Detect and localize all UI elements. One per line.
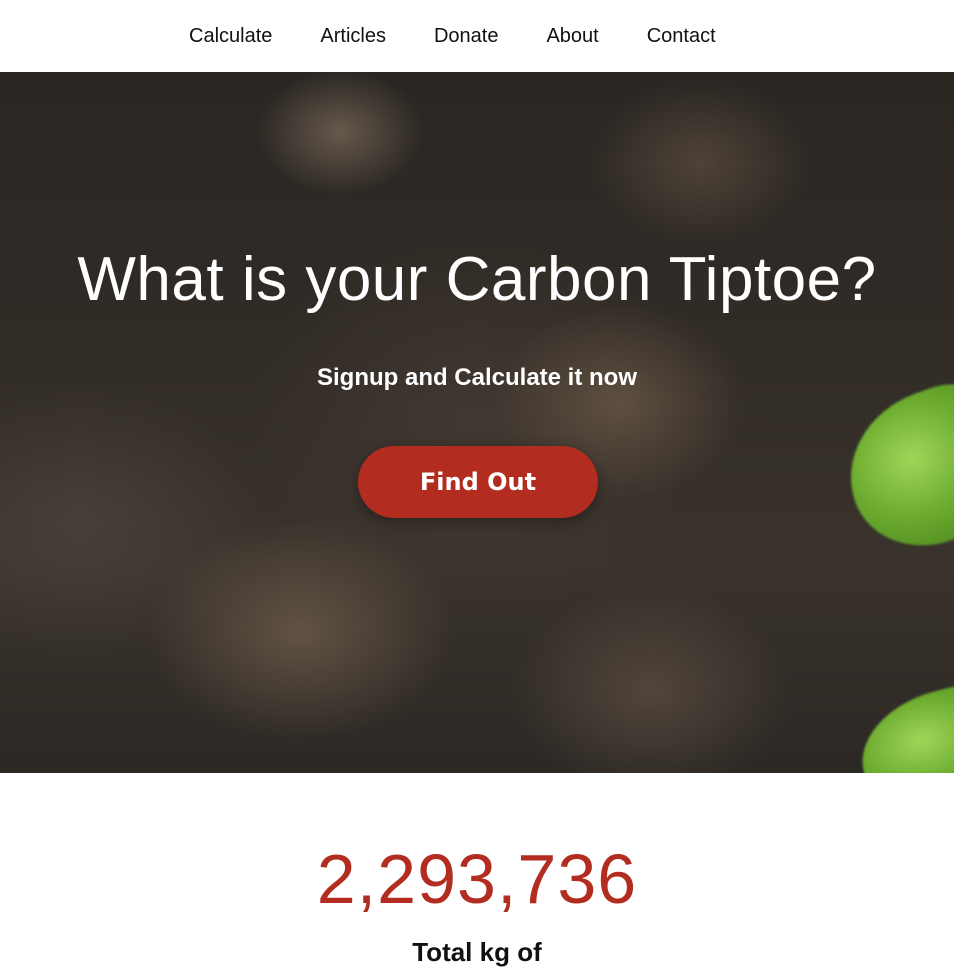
- stats-section: 2,293,736 Total kg of: [0, 773, 954, 967]
- nav-item-donate[interactable]: Donate: [434, 0, 499, 72]
- nav-item-about[interactable]: About: [546, 0, 598, 72]
- find-out-button[interactable]: Find Out: [358, 446, 598, 518]
- nav-item-contact[interactable]: Contact: [647, 0, 716, 72]
- top-navigation: Calculate Articles Donate About Contact: [0, 0, 954, 72]
- hero-content: What is your Carbon Tiptoe? Signup and C…: [0, 72, 954, 773]
- hero-title: What is your Carbon Tiptoe?: [77, 245, 877, 314]
- hero-subtitle: Signup and Calculate it now: [316, 364, 637, 391]
- nav-links: Calculate Articles Donate About Contact: [189, 0, 764, 72]
- nav-item-articles[interactable]: Articles: [320, 0, 386, 72]
- hero-section: What is your Carbon Tiptoe? Signup and C…: [0, 72, 954, 773]
- stat-number: 2,293,736: [316, 840, 638, 918]
- nav-item-calculate[interactable]: Calculate: [189, 0, 272, 72]
